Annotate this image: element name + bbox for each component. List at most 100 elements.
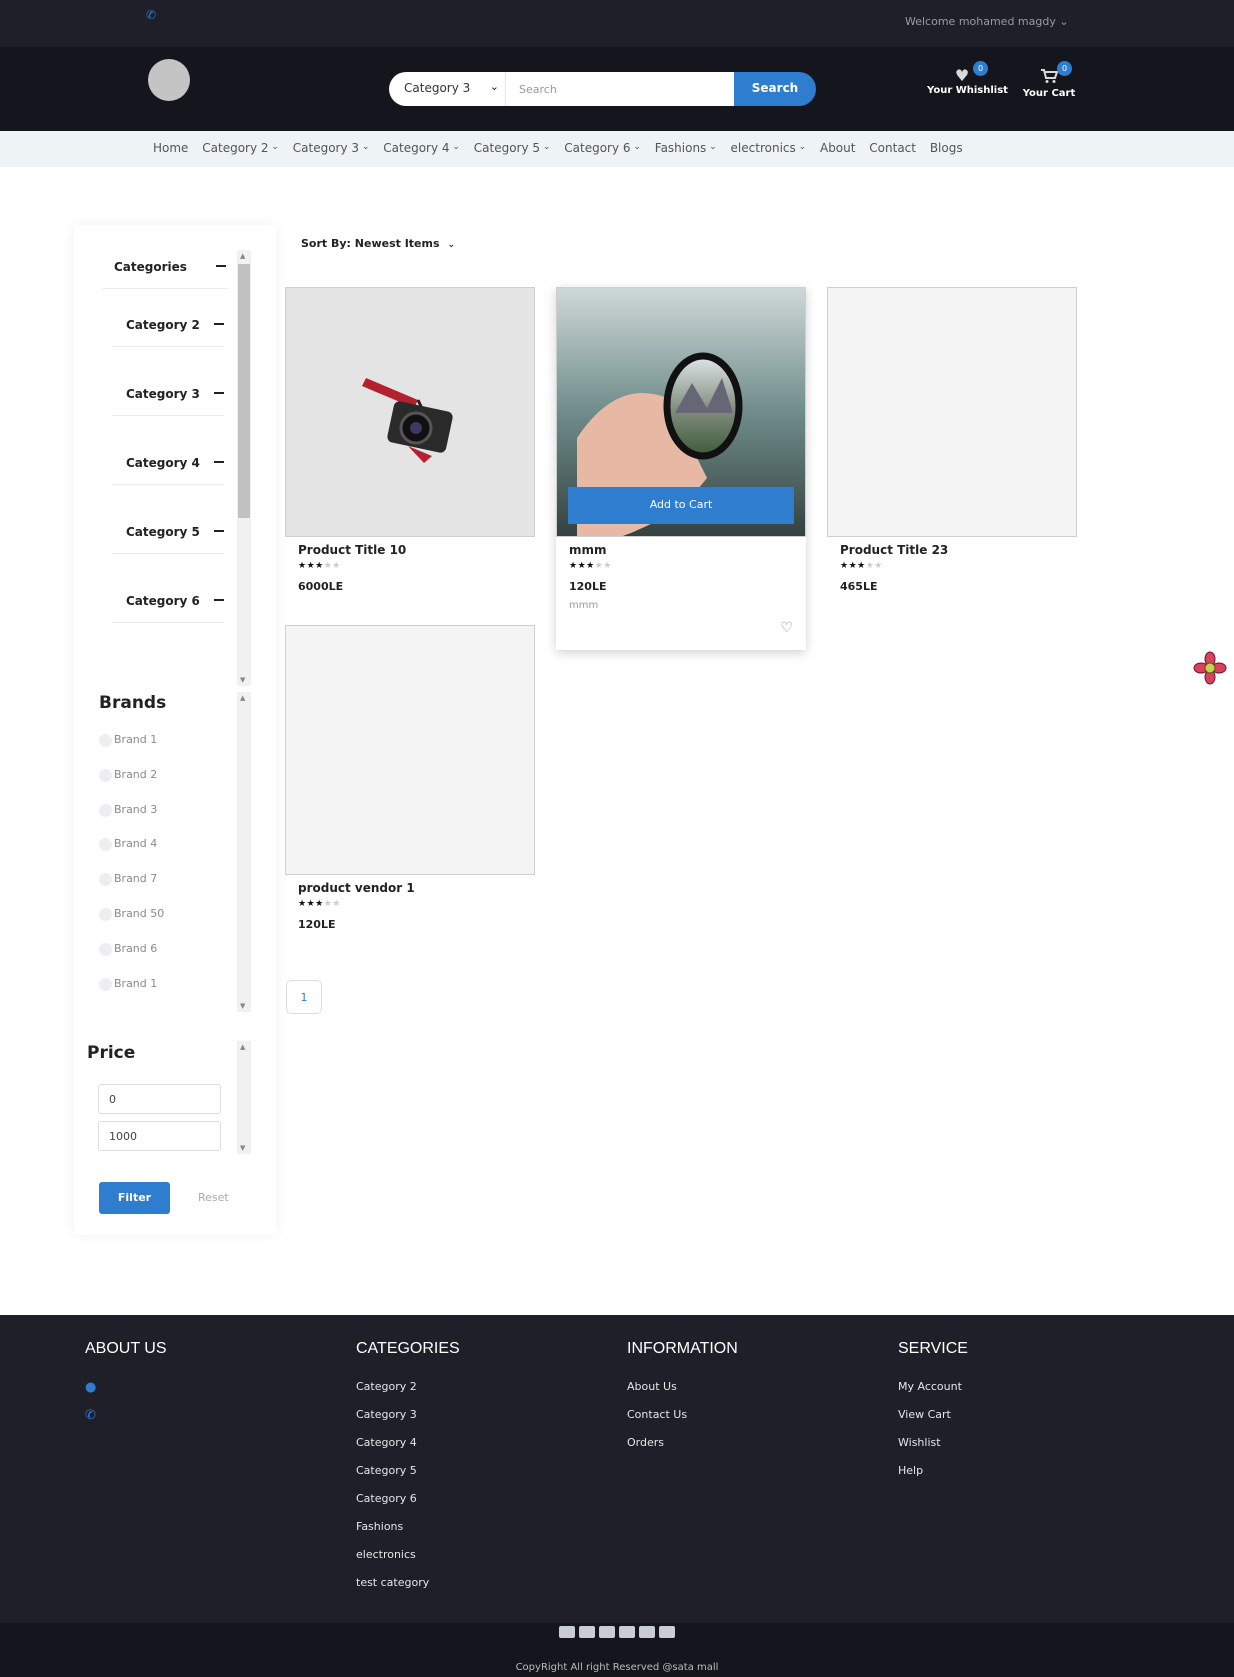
pagination-page[interactable]: 1 [286,980,322,1014]
product-image[interactable] [285,287,535,537]
footer-link[interactable]: Contact Us [627,1408,738,1421]
footer-link[interactable]: My Account [898,1380,968,1393]
sort-select[interactable]: Sort By: Newest Items ⌄ [301,237,455,250]
radio-icon[interactable] [99,872,112,886]
footer-categories: CATEGORIES Category 2 Category 3 Categor… [356,1340,460,1604]
brand-option[interactable]: Brand 7 [99,872,157,886]
category-item[interactable]: Category 3 [126,387,224,401]
radio-icon[interactable] [99,768,112,782]
nav-category-6[interactable]: Category 6 [564,141,641,155]
product-card[interactable]: Add to Cart mmm ★★★★★ 120LE mmm ♡ [556,287,806,650]
footer-information-title: INFORMATION [627,1340,738,1357]
price-min-input[interactable]: 0 [98,1084,221,1114]
radio-icon[interactable] [99,837,112,851]
footer-about-title: ABOUT US [85,1340,167,1357]
payment-icons [559,1623,679,1642]
nav-category-5[interactable]: Category 5 [474,141,551,155]
product-title[interactable]: Product Title 23 [840,543,948,557]
brand-option[interactable]: Brand 3 [99,803,157,817]
brand-option[interactable]: Brand 50 [99,907,164,921]
minus-icon [216,265,226,267]
chevron-down-icon: ⌄ [447,240,456,250]
footer-service: SERVICE My Account View Cart Wishlist He… [898,1340,968,1492]
user-menu[interactable]: Welcome mohamed magdy ⌄ [905,15,1069,28]
nav-fashions[interactable]: Fashions [655,141,717,155]
categories-toggle[interactable]: Categories [114,260,226,274]
add-to-cart-button[interactable]: Add to Cart [568,487,794,524]
search-input[interactable] [506,72,734,106]
minus-icon [214,599,224,601]
brands-scrollbar[interactable]: ▲ ▼ [237,692,251,1012]
nav-category-2[interactable]: Category 2 [202,141,279,155]
main-header: Category 3 ⌄ Search ♥ 0 Your Whishlist 0… [0,47,1234,131]
copyright: CopyRight All right Reserved @sata mall [515,1662,719,1673]
scroll-down-icon[interactable]: ▼ [240,676,245,684]
product-title[interactable]: product vendor 1 [298,881,415,895]
radio-icon[interactable] [99,977,112,991]
divider [112,553,224,554]
footer-link[interactable]: Help [898,1464,968,1477]
radio-icon[interactable] [99,942,112,956]
wishlist-link[interactable]: ♥ 0 Your Whishlist [927,61,1008,96]
brand-option[interactable]: Brand 6 [99,942,157,956]
scroll-down-icon[interactable]: ▼ [240,1144,245,1152]
footer-link[interactable]: About Us [627,1380,738,1393]
cart-link[interactable]: 0 Your Cart [1022,61,1076,99]
footer-link[interactable]: View Cart [898,1408,968,1421]
footer-link[interactable]: Category 6 [356,1492,460,1505]
footer-link[interactable]: Category 3 [356,1408,460,1421]
radio-icon[interactable] [99,803,112,817]
footer-link[interactable]: electronics [356,1548,460,1561]
footer-link[interactable]: Category 2 [356,1380,460,1393]
category-item[interactable]: Category 6 [126,594,224,608]
paypal-icon [599,1626,615,1638]
price-max-input[interactable]: 1000 [98,1121,221,1151]
price-scrollbar[interactable]: ▲ ▼ [237,1041,251,1154]
heart-icon[interactable]: ♡ [780,620,793,636]
category-item[interactable]: Category 2 [126,318,224,332]
footer-link[interactable]: Fashions [356,1520,460,1533]
nav-category-3[interactable]: Category 3 [293,141,370,155]
categories-scrollbar[interactable]: ▲ ▼ [237,250,251,686]
brand-option[interactable]: Brand 4 [99,837,157,851]
footer-link[interactable]: test category [356,1576,460,1589]
minus-icon [214,392,224,394]
footer-link[interactable]: Wishlist [898,1436,968,1449]
nav-category-4[interactable]: Category 4 [383,141,460,155]
reset-button[interactable]: Reset [198,1191,229,1204]
footer-link[interactable]: Orders [627,1436,738,1449]
nav-about[interactable]: About [820,141,855,155]
divider [102,288,228,289]
filter-button[interactable]: Filter [99,1182,170,1214]
scroll-up-icon[interactable]: ▲ [240,694,245,702]
search-button[interactable]: Search [734,72,816,106]
logo[interactable] [148,59,190,101]
scroll-up-icon[interactable]: ▲ [240,252,245,260]
scroll-down-icon[interactable]: ▼ [240,1002,245,1010]
nav-blogs[interactable]: Blogs [930,141,963,155]
brand-option[interactable]: Brand 1 [99,733,157,747]
flower-icon[interactable] [1193,651,1227,685]
brand-option[interactable]: Brand 2 [99,768,157,782]
nav-home[interactable]: Home [153,141,188,155]
product-image[interactable] [285,625,535,875]
brand-option[interactable]: Brand 1 [99,977,157,991]
search-bar: Category 3 ⌄ Search [389,72,827,106]
amex-icon [659,1626,675,1638]
minus-icon [214,323,224,325]
product-subtitle: mmm [569,600,599,611]
product-title[interactable]: Product Title 10 [298,543,406,557]
nav-electronics[interactable]: electronics [731,141,807,155]
category-item[interactable]: Category 4 [126,456,224,470]
scroll-up-icon[interactable]: ▲ [240,1043,245,1051]
footer-link[interactable]: Category 4 [356,1436,460,1449]
category-select[interactable]: Category 3 ⌄ [389,72,506,106]
category-item[interactable]: Category 5 [126,525,224,539]
footer-link[interactable]: Category 5 [356,1464,460,1477]
product-image[interactable] [827,287,1077,537]
radio-icon[interactable] [99,733,112,747]
product-title[interactable]: mmm [569,543,607,557]
nav-contact[interactable]: Contact [869,141,916,155]
radio-icon[interactable] [99,907,112,921]
scrollbar-thumb[interactable] [238,264,250,518]
